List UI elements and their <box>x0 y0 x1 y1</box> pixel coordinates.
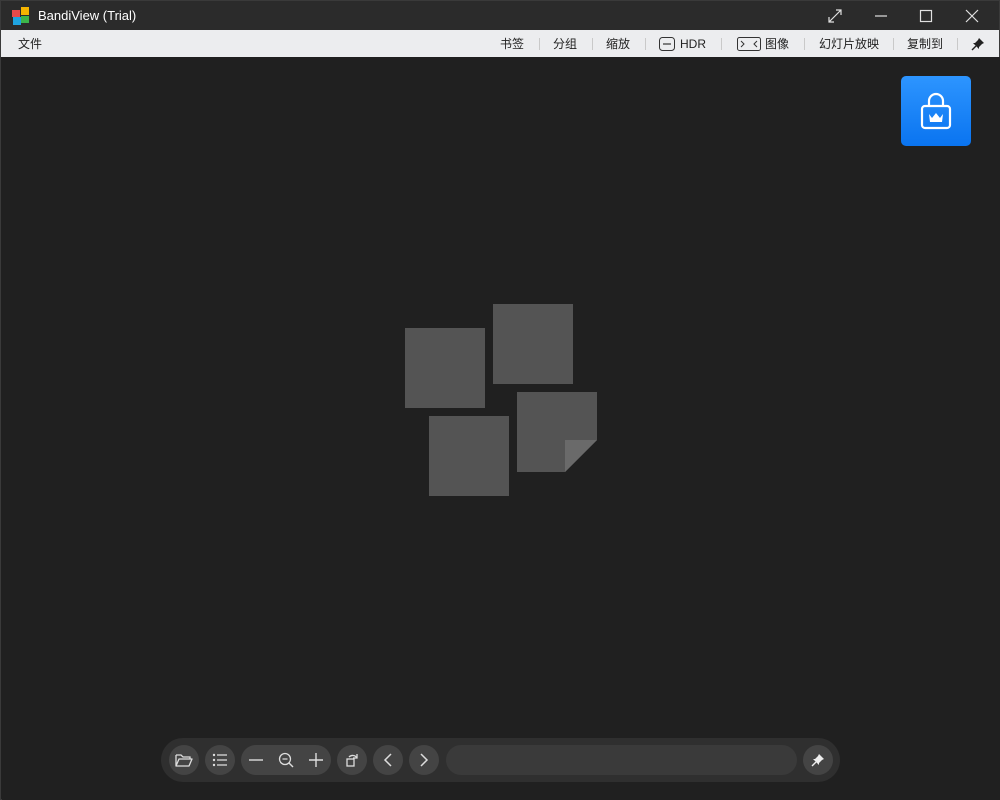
maximize-button[interactable] <box>903 1 949 30</box>
menu-separator <box>539 38 540 50</box>
menu-hdr[interactable]: HDR <box>659 30 706 57</box>
zoom-out-button[interactable] <box>241 745 271 775</box>
menu-copy-to[interactable]: 复制到 <box>907 30 943 57</box>
menu-separator <box>592 38 593 50</box>
zoom-in-button[interactable] <box>301 745 331 775</box>
prev-icon <box>383 753 392 767</box>
pin-toolbar-button[interactable] <box>803 745 833 775</box>
menu-group[interactable]: 分组 <box>553 30 577 57</box>
next-icon <box>420 753 429 767</box>
empty-gallery-placeholder-icon <box>405 304 597 496</box>
placeholder-tile <box>429 416 509 496</box>
menu-slideshow[interactable]: 幻灯片放映 <box>819 30 879 57</box>
zoom-out-minus-icon <box>249 759 263 761</box>
minimize-icon <box>875 14 887 17</box>
next-image-button[interactable] <box>409 745 439 775</box>
menu-image-label: 图像 <box>765 37 790 51</box>
menu-bar: 文件 书签 分组 缩放 HDR 图像 幻灯片放映 复制到 <box>1 30 999 57</box>
menu-image[interactable]: 图像 <box>737 30 789 57</box>
pin-icon <box>971 37 984 50</box>
folder-open-icon <box>175 754 193 767</box>
window-title: BandiView (Trial) <box>38 8 137 23</box>
menu-bookmark[interactable]: 书签 <box>500 30 524 57</box>
bandiview-window: BandiView (Trial) 文件 书签 分组 缩放 HDR 图像 幻灯片… <box>0 0 1000 800</box>
list-icon <box>212 753 227 767</box>
hdr-toggle-icon <box>659 36 675 51</box>
menu-separator <box>957 38 958 50</box>
app-logo-icon <box>12 7 29 25</box>
filename-field[interactable] <box>446 745 797 775</box>
menu-separator <box>721 38 722 50</box>
menu-hdr-label: HDR <box>680 36 706 51</box>
zoom-fit-icon <box>278 752 294 768</box>
file-list-button[interactable] <box>205 745 235 775</box>
previous-image-button[interactable] <box>373 745 403 775</box>
rotate-button[interactable] <box>337 745 367 775</box>
image-fit-icon <box>737 36 761 51</box>
menu-pin-button[interactable] <box>971 30 985 57</box>
menu-file[interactable]: 文件 <box>18 30 42 57</box>
menu-zoom[interactable]: 缩放 <box>606 30 630 57</box>
minimize-button[interactable] <box>858 1 904 30</box>
zoom-controls <box>241 745 331 775</box>
menu-separator <box>645 38 646 50</box>
zoom-in-plus-icon <box>309 753 323 767</box>
expand-icon <box>828 8 842 23</box>
placeholder-tile <box>493 304 573 384</box>
close-button[interactable] <box>949 1 995 30</box>
fullscreen-button[interactable] <box>812 1 858 30</box>
premium-unlock-button[interactable] <box>901 76 971 146</box>
maximize-icon <box>919 9 933 22</box>
open-folder-button[interactable] <box>169 745 199 775</box>
placeholder-folded-tile <box>517 392 597 472</box>
menu-separator <box>804 38 805 50</box>
placeholder-tile <box>405 328 485 408</box>
title-bar: BandiView (Trial) <box>1 1 999 30</box>
menu-separator <box>893 38 894 50</box>
close-icon <box>965 9 979 22</box>
pin-icon <box>811 754 824 767</box>
rotate-icon <box>346 754 358 767</box>
bottom-toolbar <box>161 738 840 782</box>
lock-crown-icon <box>920 92 952 130</box>
zoom-fit-button[interactable] <box>271 745 301 775</box>
